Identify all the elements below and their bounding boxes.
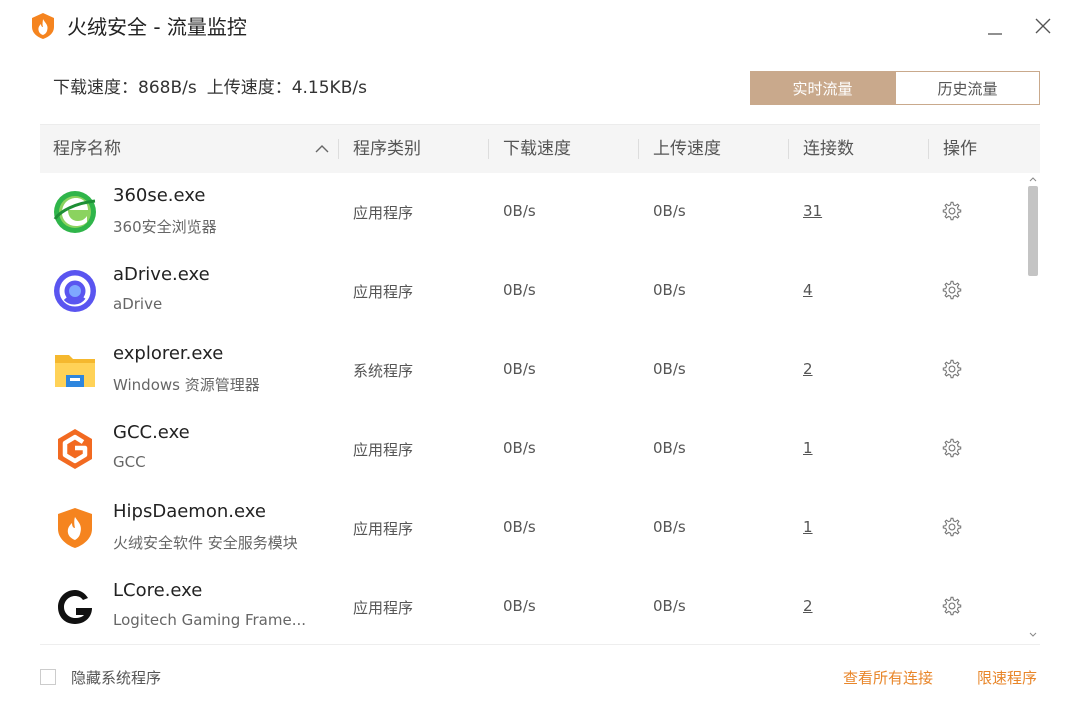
connection-count-link[interactable]: 2 <box>803 360 813 378</box>
gear-icon[interactable] <box>941 595 963 617</box>
program-category: 应用程序 <box>353 283 414 301</box>
download-speed: 0B/s <box>503 202 536 220</box>
title-bar: 火绒安全 - 流量监控 <box>0 0 1080 56</box>
window-title: 火绒安全 - 流量监控 <box>67 15 247 39</box>
upload-speed: 0B/s <box>653 202 686 220</box>
gear-icon[interactable] <box>941 516 963 538</box>
upload-speed: 0B/s <box>653 439 686 457</box>
header-program-name[interactable]: 程序名称 <box>53 125 121 173</box>
header-actions: 操作 <box>943 139 977 159</box>
header-connections[interactable]: 连接数 <box>803 125 854 173</box>
upload-speed: 0B/s <box>653 597 686 615</box>
huorong-shield-icon <box>58 508 92 548</box>
header-upload-speed[interactable]: 上传速度 <box>653 125 721 173</box>
hide-system-programs-checkbox[interactable] <box>40 669 56 685</box>
program-name: GCC.exe <box>113 422 190 443</box>
download-speed: 0B/s <box>503 597 536 615</box>
table-row[interactable]: 360se.exe 360安全浏览器 应用程序 0B/s 0B/s 31 <box>40 172 1025 251</box>
program-description: GCC <box>113 453 146 471</box>
scroll-down-arrow-icon[interactable] <box>1028 630 1038 640</box>
download-speed: 0B/s <box>503 281 536 299</box>
gear-icon[interactable] <box>941 279 963 301</box>
program-description: Logitech Gaming Frame... <box>113 611 307 629</box>
gear-icon[interactable] <box>941 358 963 380</box>
program-description: Windows 资源管理器 <box>113 376 260 394</box>
gear-icon[interactable] <box>941 437 963 459</box>
program-category: 系统程序 <box>353 362 414 380</box>
header-program-category[interactable]: 程序类别 <box>353 125 421 173</box>
connection-count-link[interactable]: 2 <box>803 597 813 615</box>
connection-count-link[interactable]: 31 <box>803 202 822 220</box>
tab-history-traffic[interactable]: 历史流量 <box>895 71 1040 105</box>
adrive-icon <box>54 270 96 312</box>
program-name: aDrive.exe <box>113 264 210 285</box>
program-category: 应用程序 <box>353 599 414 617</box>
view-all-connections-link[interactable]: 查看所有连接 <box>843 667 933 688</box>
upload-speed-summary: 上传速度：4.15KB/s <box>206 78 367 98</box>
logitech-g-icon <box>58 590 92 624</box>
header-separator <box>488 139 489 159</box>
table-row[interactable]: GCC.exe GCC 应用程序 0B/s 0B/s 1 <box>40 409 1025 488</box>
minimize-button[interactable] <box>984 14 1008 38</box>
program-category: 应用程序 <box>353 204 414 222</box>
program-description: 火绒安全软件 安全服务模块 <box>113 534 298 552</box>
gear-icon[interactable] <box>941 200 963 222</box>
scrollbar-thumb[interactable] <box>1028 186 1038 276</box>
program-name: HipsDaemon.exe <box>113 501 266 522</box>
table-row[interactable]: HipsDaemon.exe 火绒安全软件 安全服务模块 应用程序 0B/s 0… <box>40 488 1025 567</box>
gcc-icon <box>58 429 92 469</box>
program-name: explorer.exe <box>113 343 224 364</box>
scrollbar[interactable] <box>1026 172 1040 644</box>
close-button[interactable] <box>1031 14 1055 38</box>
download-speed: 0B/s <box>503 360 536 378</box>
connection-count-link[interactable]: 1 <box>803 518 813 536</box>
sort-ascending-icon[interactable] <box>314 141 330 157</box>
table-row[interactable]: explorer.exe Windows 资源管理器 系统程序 0B/s 0B/… <box>40 330 1025 409</box>
download-speed: 0B/s <box>503 439 536 457</box>
connection-count-link[interactable]: 4 <box>803 281 813 299</box>
program-description: 360安全浏览器 <box>113 218 217 236</box>
download-speed: 0B/s <box>503 518 536 536</box>
program-name: LCore.exe <box>113 580 203 601</box>
table-row[interactable]: LCore.exe Logitech Gaming Frame... 应用程序 … <box>40 567 1025 644</box>
huorong-logo-icon <box>32 13 54 39</box>
program-name: 360se.exe <box>113 185 206 206</box>
upload-speed: 0B/s <box>653 281 686 299</box>
folder-icon <box>55 355 95 387</box>
header-separator <box>928 139 929 159</box>
hide-system-programs-label[interactable]: 隐藏系统程序 <box>71 667 161 688</box>
footer-divider <box>40 644 1040 645</box>
header-download-speed[interactable]: 下载速度 <box>503 125 571 173</box>
program-description: aDrive <box>113 295 163 313</box>
traffic-monitor-window: 火绒安全 - 流量监控 下载速度：868B/s 上传速度：4.15KB/s 实时流… <box>0 0 1080 711</box>
program-list: 360se.exe 360安全浏览器 应用程序 0B/s 0B/s 31 aDr… <box>40 172 1040 644</box>
speed-limit-programs-link[interactable]: 限速程序 <box>977 667 1037 688</box>
program-category: 应用程序 <box>353 520 414 538</box>
table-row[interactable]: aDrive.exe aDrive 应用程序 0B/s 0B/s 4 <box>40 251 1025 330</box>
view-toggle: 实时流量 历史流量 <box>750 71 1040 105</box>
program-category: 应用程序 <box>353 441 414 459</box>
upload-speed: 0B/s <box>653 518 686 536</box>
upload-speed: 0B/s <box>653 360 686 378</box>
table-header: 程序名称 程序类别 下载速度 上传速度 连接数 操作 <box>40 124 1040 173</box>
download-speed-summary: 下载速度：868B/s <box>53 78 197 98</box>
connection-count-link[interactable]: 1 <box>803 439 813 457</box>
header-separator <box>338 139 339 159</box>
360se-browser-icon <box>53 191 96 233</box>
scroll-up-arrow-icon[interactable] <box>1028 174 1038 184</box>
speed-summary: 下载速度：868B/s 上传速度：4.15KB/s <box>53 77 367 99</box>
header-separator <box>638 139 639 159</box>
header-separator <box>788 139 789 159</box>
tab-realtime-traffic[interactable]: 实时流量 <box>750 71 895 105</box>
